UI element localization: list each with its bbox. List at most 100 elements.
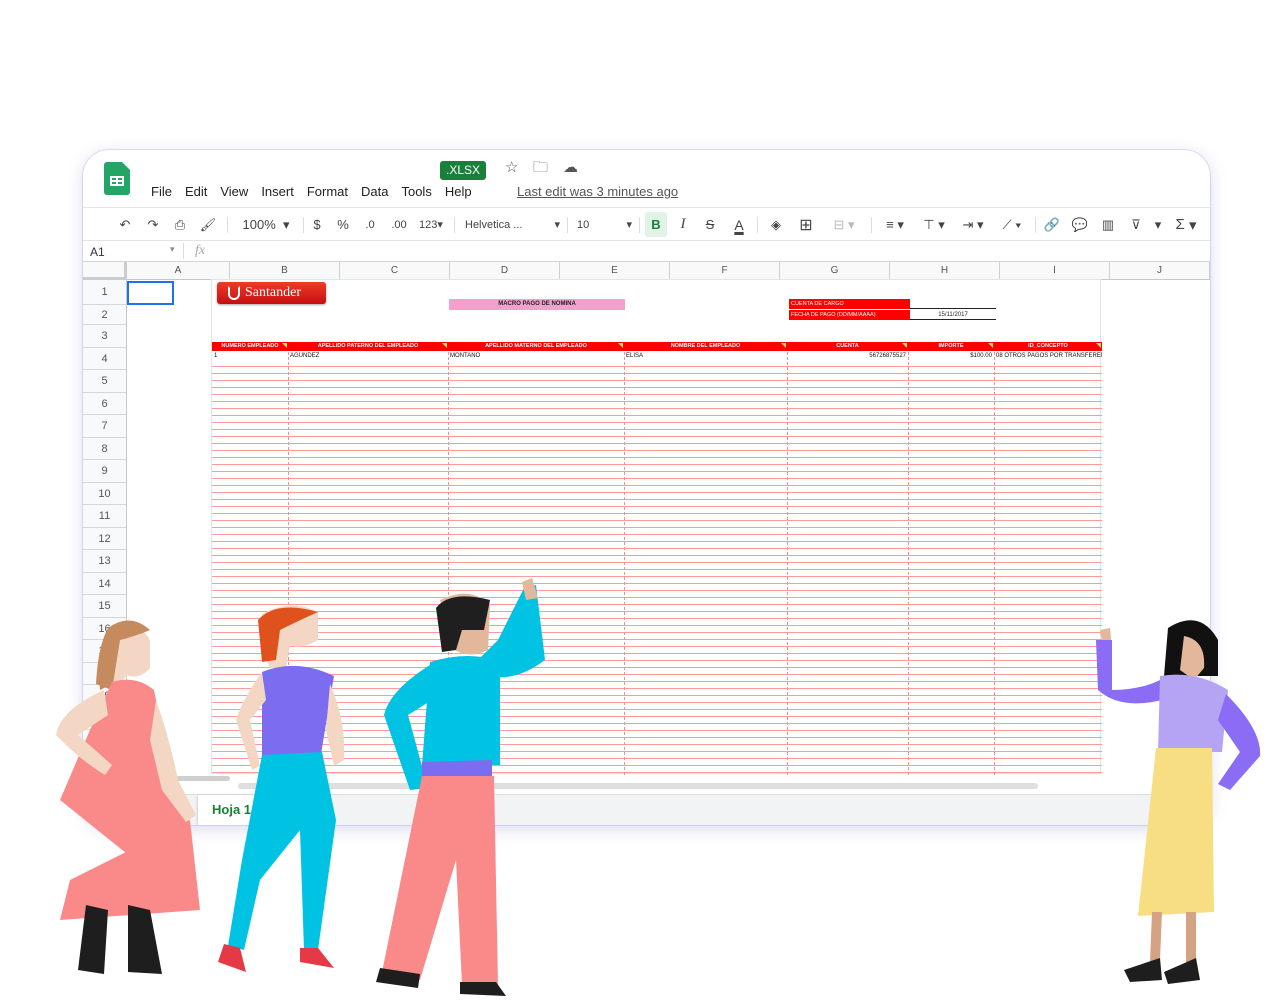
cell-importe[interactable]: $100.00	[908, 352, 992, 360]
menu-help[interactable]: Help	[445, 184, 472, 199]
row-header-15[interactable]: 15	[83, 595, 127, 618]
paint-format-icon[interactable]: 🖌	[198, 208, 218, 241]
header-numero-empleado: NUMERO EMPLEADO	[212, 342, 288, 351]
horizontal-scrollbar[interactable]	[238, 783, 1038, 789]
flame-icon	[228, 286, 240, 300]
comment-icon[interactable]: 💬	[1069, 208, 1091, 241]
column-header-j[interactable]: J	[1110, 262, 1210, 280]
link-icon[interactable]: 🔗	[1041, 208, 1063, 241]
row-header-19[interactable]: 19	[83, 685, 127, 708]
percent-button[interactable]: %	[333, 208, 353, 241]
embedded-payroll-sheet: Santander MACRO PAGO DE NOMINA CUENTA DE…	[211, 279, 1102, 775]
last-edit-link[interactable]: Last edit was 3 minutes ago	[517, 184, 678, 199]
all-sheets-icon[interactable]: ☰	[161, 803, 173, 819]
menu-tools[interactable]: Tools	[401, 184, 431, 199]
active-cell[interactable]	[127, 281, 174, 305]
undo-icon[interactable]: ↶	[115, 208, 135, 241]
row-header-9[interactable]: 9	[83, 460, 127, 483]
font-size-select[interactable]: 10 ▾	[577, 208, 632, 241]
text-rotate-icon[interactable]: ⟋ ▾	[995, 208, 1029, 241]
zoom-select[interactable]: 100% ▾	[237, 208, 295, 241]
row-header-17[interactable]: 17	[83, 640, 127, 663]
merge-cells-icon[interactable]: ⊟ ▾	[825, 208, 863, 241]
row-header-6[interactable]: 6	[83, 392, 127, 415]
sheets-logo-icon[interactable]	[104, 162, 130, 195]
increase-decimal-button[interactable]: .00	[386, 208, 412, 241]
column-header-f[interactable]: F	[670, 262, 780, 280]
name-box-dropdown-icon[interactable]: ▾	[170, 244, 175, 255]
header-id-concepto: ID_CONCEPTO	[994, 342, 1102, 351]
sheet-tab-hoja-1[interactable]: Hoja 1	[198, 795, 266, 825]
menu-data[interactable]: Data	[361, 184, 388, 199]
print-icon[interactable]: ⎙	[170, 208, 190, 241]
cell-numero[interactable]: 1	[214, 352, 286, 360]
cell-id-concepto[interactable]: 08 OTROS PAGOS POR TRANSFERENC	[996, 352, 1102, 360]
select-all-corner[interactable]	[83, 262, 127, 280]
row-header-12[interactable]: 12	[83, 527, 127, 550]
strikethrough-button[interactable]: S	[700, 208, 720, 241]
row-header-13[interactable]: 13	[83, 550, 127, 573]
formula-input[interactable]	[225, 241, 1195, 261]
row-header-7[interactable]: 7	[83, 415, 127, 438]
decrease-decimal-button[interactable]: .0	[359, 208, 381, 241]
menu-file[interactable]: File	[151, 184, 172, 199]
filter-icon[interactable]: ⊽	[1125, 208, 1147, 241]
menu-view[interactable]: View	[220, 184, 248, 199]
cell-cuenta[interactable]: 56726875527	[787, 352, 906, 360]
row-header-8[interactable]: 8	[83, 437, 127, 460]
row-header-11[interactable]: 11	[83, 505, 127, 528]
row-header-16[interactable]: 16	[83, 617, 127, 640]
font-select[interactable]: Helvetica ... ▾	[465, 208, 560, 241]
spreadsheet-grid[interactable]: ABCDEFGHIJ 1 2 3 4 5 6 7 8 9 10 11 12 13 14 15 16 17 18 19…	[83, 262, 1210, 797]
menu-format[interactable]: Format	[307, 184, 348, 199]
row-header-5[interactable]: 5	[83, 370, 127, 393]
text-wrap-icon[interactable]: ⇥ ▾	[956, 208, 990, 241]
row-header-14[interactable]: 14	[83, 572, 127, 595]
row-header-1[interactable]: 1	[83, 280, 127, 305]
column-header-d[interactable]: D	[450, 262, 560, 280]
column-header-b[interactable]: B	[230, 262, 340, 280]
row-header-20[interactable]: 20	[83, 707, 127, 730]
column-header-a[interactable]: A	[127, 262, 230, 280]
italic-button[interactable]: I	[673, 208, 693, 241]
move-folder-icon[interactable]: 🗀	[533, 158, 548, 178]
star-icon[interactable]: ☆	[505, 158, 518, 178]
cloud-status-icon[interactable]: ☁	[563, 158, 578, 178]
column-header-c[interactable]: C	[340, 262, 450, 280]
cell-nombre[interactable]: ELISA	[626, 352, 785, 360]
bold-button[interactable]: B	[645, 212, 667, 237]
functions-button[interactable]: Σ ▾	[1171, 208, 1201, 241]
text-color-button[interactable]: A	[728, 208, 750, 241]
align-horizontal-icon[interactable]: ≡ ▾	[878, 208, 912, 241]
row-header-4[interactable]: 4	[83, 347, 127, 370]
table-header: NUMERO EMPLEADO APELLIDO PATERNO DEL EMP…	[212, 342, 1102, 351]
cuenta-cargo-value[interactable]	[910, 299, 996, 309]
row-header-21[interactable]: 21	[83, 730, 127, 753]
row-header-2[interactable]: 2	[83, 305, 127, 325]
column-header-g[interactable]: G	[780, 262, 890, 280]
column-header-h[interactable]: H	[890, 262, 1000, 280]
row-header-18[interactable]: 18	[83, 662, 127, 685]
menu-insert[interactable]: Insert	[261, 184, 294, 199]
filter-dropdown-icon[interactable]: ▾	[1151, 208, 1165, 241]
chart-icon[interactable]: ▥	[1097, 208, 1119, 241]
borders-icon[interactable]: ⊞	[795, 208, 817, 241]
menu-bar: File Edit View Insert Format Data Tools …	[151, 184, 472, 199]
cell-apellido-paterno[interactable]: AGUNDEZ	[290, 352, 446, 360]
horizontal-scroll-thumb-left[interactable]	[176, 776, 230, 781]
name-box[interactable]: A1	[90, 245, 105, 259]
align-vertical-icon[interactable]: ⊤ ▾	[917, 208, 951, 241]
row-header-10[interactable]: 10	[83, 482, 127, 505]
sheet-tab-bar: ☰ Hoja 1	[83, 794, 1210, 825]
column-header-i[interactable]: I	[1000, 262, 1110, 280]
column-header-e[interactable]: E	[560, 262, 670, 280]
fill-color-icon[interactable]: ◈	[765, 208, 787, 241]
number-format-select[interactable]: 123 ▾	[415, 208, 447, 241]
row-header-3[interactable]: 3	[83, 325, 127, 348]
cell-apellido-materno[interactable]: MONTANO	[450, 352, 622, 360]
fecha-pago-value[interactable]: 15/11/2017	[910, 310, 996, 320]
zoom-value: 100%	[242, 217, 276, 232]
currency-button[interactable]: $	[307, 208, 327, 241]
menu-edit[interactable]: Edit	[185, 184, 207, 199]
redo-icon[interactable]: ↷	[143, 208, 163, 241]
